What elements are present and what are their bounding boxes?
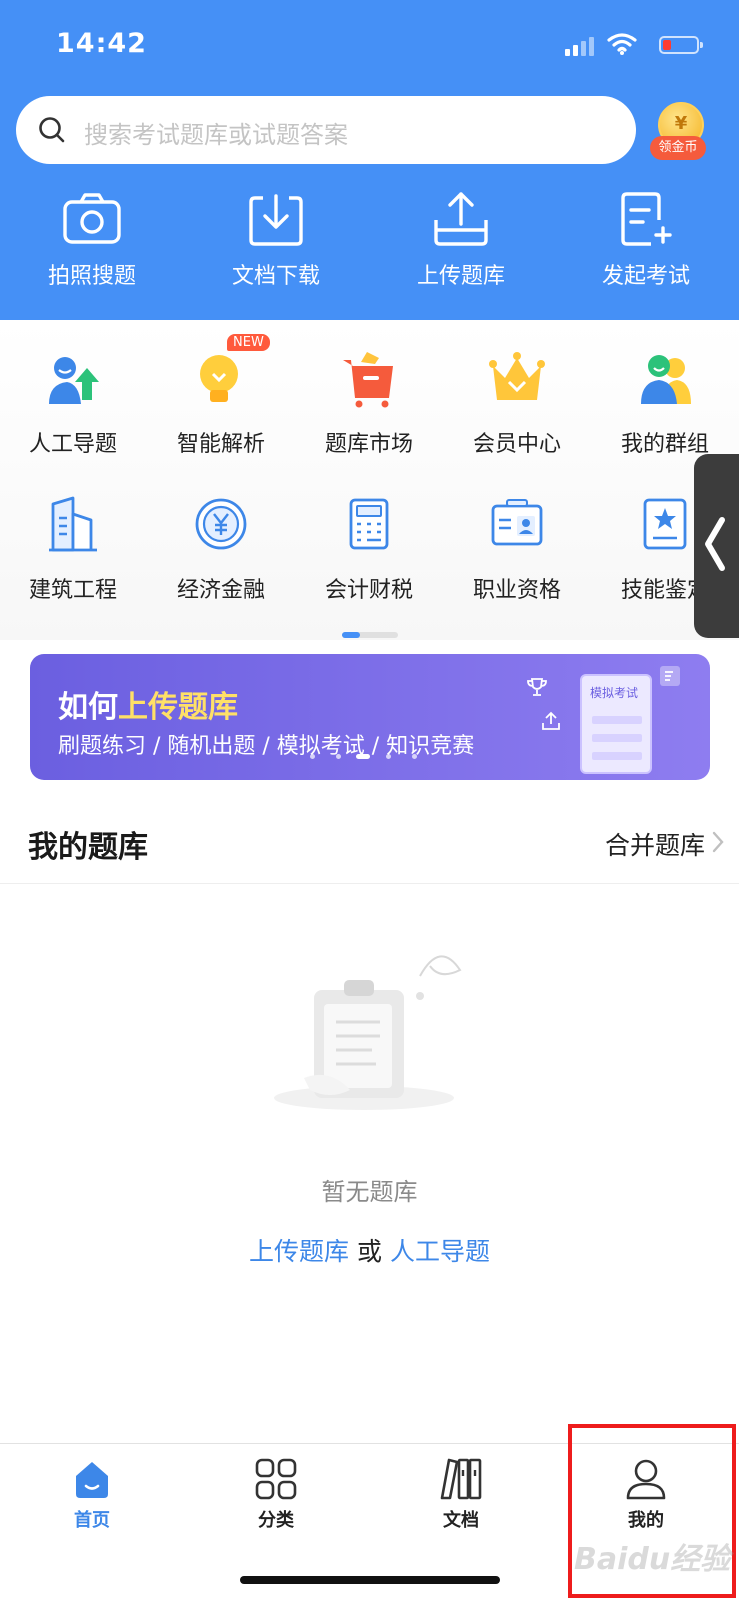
- group-icon: [641, 355, 691, 404]
- upload-bank-label: 上传题库: [416, 264, 505, 289]
- calculator-icon: [349, 498, 389, 550]
- search-placeholder: 搜索考试题库或试题答案: [84, 121, 348, 149]
- download-icon: [249, 194, 303, 246]
- side-drawer-handle[interactable]: [694, 454, 739, 638]
- top-actions: 拍照搜题 文档下载 上传题库 发起考试: [0, 190, 739, 300]
- doc-download-button[interactable]: 文档下载: [196, 190, 356, 300]
- grid-icon: [255, 1458, 297, 1500]
- banner-exam-card: 模拟考试: [580, 674, 652, 774]
- signal-icon: [565, 49, 570, 56]
- empty-clipboard-illustration: [274, 955, 462, 1110]
- cat-smart-analysis-label: 智能解析: [176, 432, 265, 457]
- search-icon: [39, 117, 65, 143]
- cat-member-center[interactable]: 会员中心: [457, 348, 577, 458]
- doc-icon: [660, 666, 680, 686]
- doc-download-label: 文档下载: [231, 264, 320, 289]
- start-exam-label: 发起考试: [601, 264, 690, 289]
- search-input[interactable]: 搜索考试题库或试题答案: [16, 96, 636, 164]
- home-icon: [76, 1462, 108, 1498]
- status-icons: [565, 32, 705, 58]
- tab-home[interactable]: 首页: [32, 1458, 152, 1558]
- cat-accounting-tax-label: 会计财税: [324, 578, 413, 603]
- cat-manual-import[interactable]: 人工导题: [13, 348, 133, 458]
- cat-bank-market[interactable]: 题库市场: [309, 348, 429, 458]
- category-page-indicator: [342, 632, 398, 638]
- banner-title-highlight: 上传题库: [118, 690, 238, 725]
- cart-icon: [343, 352, 393, 408]
- tab-home-label: 首页: [74, 1510, 110, 1531]
- new-badge: NEW: [227, 334, 270, 351]
- header: 14:42 搜索考试题库或试题答案 ¥ 领金币 拍照搜题 文档下载 上传题库 发…: [0, 0, 739, 320]
- photo-search-label: 拍照搜题: [47, 264, 136, 289]
- cat-economy-finance-label: 经济金融: [176, 578, 265, 603]
- promo-banner[interactable]: 如何上传题库 刷题练习 / 随机出题 / 模拟考试 / 知识竞赛 模拟考试: [30, 654, 710, 780]
- coin-button[interactable]: ¥ 领金币: [650, 100, 710, 164]
- cat-professional-qualification-label: 职业资格: [472, 578, 561, 603]
- cat-professional-qualification[interactable]: 职业资格: [457, 494, 577, 604]
- new-exam-icon: [621, 192, 672, 246]
- star-certificate-icon: [643, 498, 687, 550]
- tab-documents[interactable]: 文档: [401, 1458, 521, 1558]
- yuan-icon: [195, 498, 247, 550]
- start-exam-button[interactable]: 发起考试: [566, 190, 726, 300]
- banner-upload-icon: [542, 711, 560, 730]
- wifi-icon: [607, 33, 637, 55]
- building-icon: [49, 496, 97, 552]
- camera-icon: [63, 193, 121, 244]
- my-bank-title: 我的题库: [28, 830, 148, 865]
- category-grid: 人工导题 NEW 智能解析 题库市场 会员中心 我的群组 建筑工程 经济金融 会…: [0, 320, 739, 640]
- banner-title: 如何上传题库: [58, 690, 238, 725]
- cat-member-center-label: 会员中心: [472, 432, 561, 457]
- status-time: 14:42: [56, 28, 147, 59]
- id-card-icon: [491, 499, 543, 546]
- photo-search-button[interactable]: 拍照搜题: [12, 190, 172, 300]
- baidu-watermark: Baidu经验: [574, 1542, 731, 1577]
- upload-icon: [434, 192, 488, 246]
- battery-icon: [659, 36, 703, 54]
- chevron-left-icon: [705, 517, 725, 571]
- banner-dot-active: [356, 754, 370, 759]
- cat-accounting-tax[interactable]: 会计财税: [309, 494, 429, 604]
- or-text: 或: [356, 1237, 382, 1266]
- banner-dot: [310, 754, 315, 759]
- banner-card-text: 模拟考试: [590, 686, 639, 700]
- tab-documents-label: 文档: [443, 1510, 479, 1531]
- cat-construction[interactable]: 建筑工程: [13, 494, 133, 604]
- trophy-icon: [527, 678, 547, 696]
- tab-category[interactable]: 分类: [216, 1458, 336, 1558]
- empty-state-links: 上传题库或人工导题: [0, 1232, 739, 1268]
- cat-construction-label: 建筑工程: [28, 578, 117, 603]
- my-bank-header: 我的题库 合并题库: [0, 800, 739, 884]
- upload-bank-button[interactable]: 上传题库: [381, 190, 541, 300]
- upload-bank-link[interactable]: 上传题库: [249, 1237, 349, 1266]
- lightbulb-icon: [200, 355, 238, 402]
- cat-economy-finance[interactable]: 经济金融: [161, 494, 281, 604]
- home-indicator: [240, 1576, 500, 1584]
- books-icon: [440, 1458, 482, 1500]
- empty-state-text: 暂无题库: [321, 1178, 418, 1206]
- tab-category-label: 分类: [258, 1510, 294, 1531]
- cat-my-groups[interactable]: 我的群组: [605, 348, 725, 458]
- banner-dot: [336, 754, 341, 759]
- merge-bank-button[interactable]: 合并题库: [605, 826, 705, 862]
- manual-import-link[interactable]: 人工导题: [390, 1237, 490, 1266]
- cat-bank-market-label: 题库市场: [324, 432, 413, 457]
- chevron-right-icon: [712, 831, 724, 853]
- crown-icon: [489, 352, 545, 400]
- banner-dot: [412, 754, 417, 759]
- manual-import-icon: [49, 357, 99, 404]
- banner-dot: [386, 754, 391, 759]
- cat-smart-analysis[interactable]: NEW 智能解析: [161, 334, 281, 458]
- cat-manual-import-label: 人工导题: [28, 432, 117, 457]
- coin-label: 领金币: [650, 136, 706, 160]
